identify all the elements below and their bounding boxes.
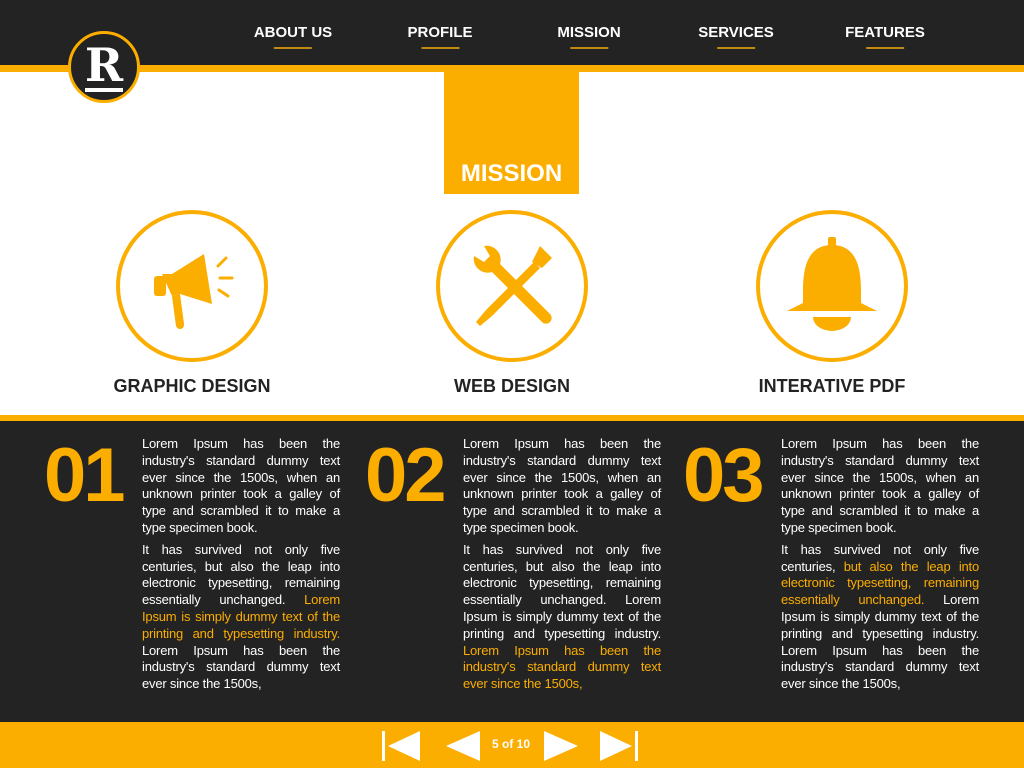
last-page-icon[interactable] bbox=[600, 731, 642, 761]
paragraph: Lorem Ipsum has been the industry's stan… bbox=[463, 436, 661, 537]
nav-features[interactable]: FEATURES bbox=[845, 24, 925, 49]
body-text: Lorem Ipsum has been the industry's stan… bbox=[781, 436, 979, 535]
body-text: Lorem Ipsum has been the industry's stan… bbox=[142, 642, 340, 692]
column-text: Lorem Ipsum has been the industry's stan… bbox=[463, 436, 661, 698]
page-indicator: 5 of 10 bbox=[492, 737, 531, 751]
logo[interactable]: R bbox=[68, 31, 140, 103]
bell-icon bbox=[756, 210, 908, 362]
previous-page-icon[interactable] bbox=[446, 731, 480, 761]
nav-profile[interactable]: PROFILE bbox=[407, 24, 472, 49]
next-page-icon[interactable] bbox=[544, 731, 578, 761]
header-accent-stripe bbox=[0, 65, 1024, 72]
nav-services[interactable]: SERVICES bbox=[698, 24, 774, 49]
service-label: GRAPHIC DESIGN bbox=[113, 376, 271, 396]
service-label: INTERATIVE PDF bbox=[758, 376, 906, 396]
paragraph: It has survived not only five centuries,… bbox=[781, 542, 979, 693]
nav-mission[interactable]: MISSION bbox=[557, 24, 620, 49]
body-text: Lorem Ipsum has been the industry's stan… bbox=[463, 436, 661, 535]
nav-about-us[interactable]: ABOUT US bbox=[254, 24, 332, 49]
paragraph: Lorem Ipsum has been the industry's stan… bbox=[142, 436, 340, 537]
column-number: 03 bbox=[683, 433, 765, 518]
body-text: Lorem Ipsum has been the industry's stan… bbox=[142, 436, 340, 535]
first-page-icon[interactable] bbox=[380, 731, 422, 761]
paragraph: It has survived not only five centuries,… bbox=[463, 542, 661, 693]
column-text: Lorem Ipsum has been the industry's stan… bbox=[142, 436, 340, 698]
column-text: Lorem Ipsum has been the industry's stan… bbox=[781, 436, 979, 698]
service-graphic-design: GRAPHIC DESIGN bbox=[72, 210, 312, 397]
column-number: 02 bbox=[365, 433, 447, 518]
body-text: It has survived not only five centuries,… bbox=[463, 541, 661, 641]
column-number: 01 bbox=[44, 433, 126, 518]
wrench-screwdriver-icon bbox=[436, 210, 588, 362]
service-interactive-pdf: INTERATIVE PDF bbox=[712, 210, 952, 397]
megaphone-icon bbox=[116, 210, 268, 362]
paragraph: Lorem Ipsum has been the industry's stan… bbox=[781, 436, 979, 537]
pager-bar: 5 of 10 bbox=[0, 722, 1024, 768]
service-web-design: WEB DESIGN bbox=[392, 210, 632, 397]
section-title: MISSION bbox=[444, 72, 579, 194]
service-label: WEB DESIGN bbox=[453, 376, 570, 396]
paragraph: It has survived not only five centuries,… bbox=[142, 542, 340, 693]
highlighted-text: Lorem Ipsum has been the industry's stan… bbox=[463, 642, 661, 692]
